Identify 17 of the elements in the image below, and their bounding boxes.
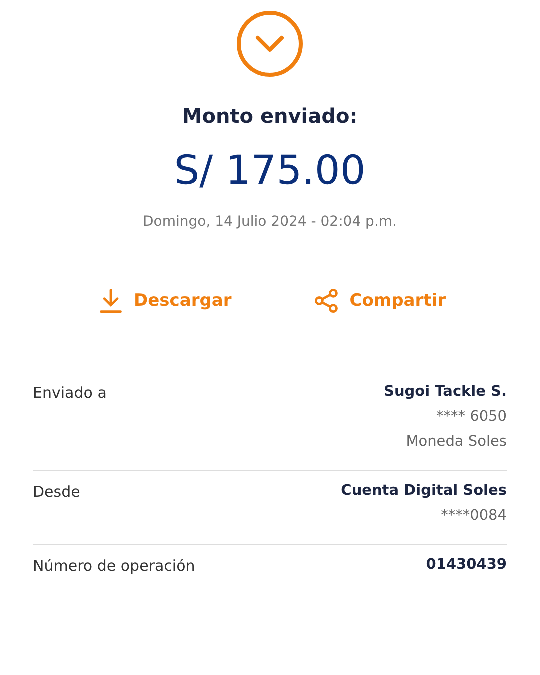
detail-value: ****0084: [441, 508, 507, 524]
download-icon: [98, 288, 124, 314]
detail-label: Enviado a: [33, 384, 107, 404]
amount-title: Monto enviado:: [182, 104, 358, 128]
transaction-date: Domingo, 14 Julio 2024 - 02:04 p.m.: [143, 214, 397, 230]
detail-value: 01430439: [426, 557, 507, 573]
detail-value: **** 6050: [436, 409, 507, 425]
share-button[interactable]: Compartir: [314, 288, 446, 314]
detail-value: Moneda Soles: [406, 434, 507, 450]
detail-label: Desde: [33, 483, 80, 503]
amount-value: S/ 175.00: [174, 148, 366, 194]
download-button[interactable]: Descargar: [98, 288, 232, 314]
detail-label: Número de operación: [33, 557, 196, 575]
detail-value: Sugoi Tackle S.: [384, 384, 507, 400]
detail-value: Cuenta Digital Soles: [341, 483, 507, 499]
checkmark-circle-icon: [236, 10, 304, 78]
share-icon: [314, 288, 340, 314]
